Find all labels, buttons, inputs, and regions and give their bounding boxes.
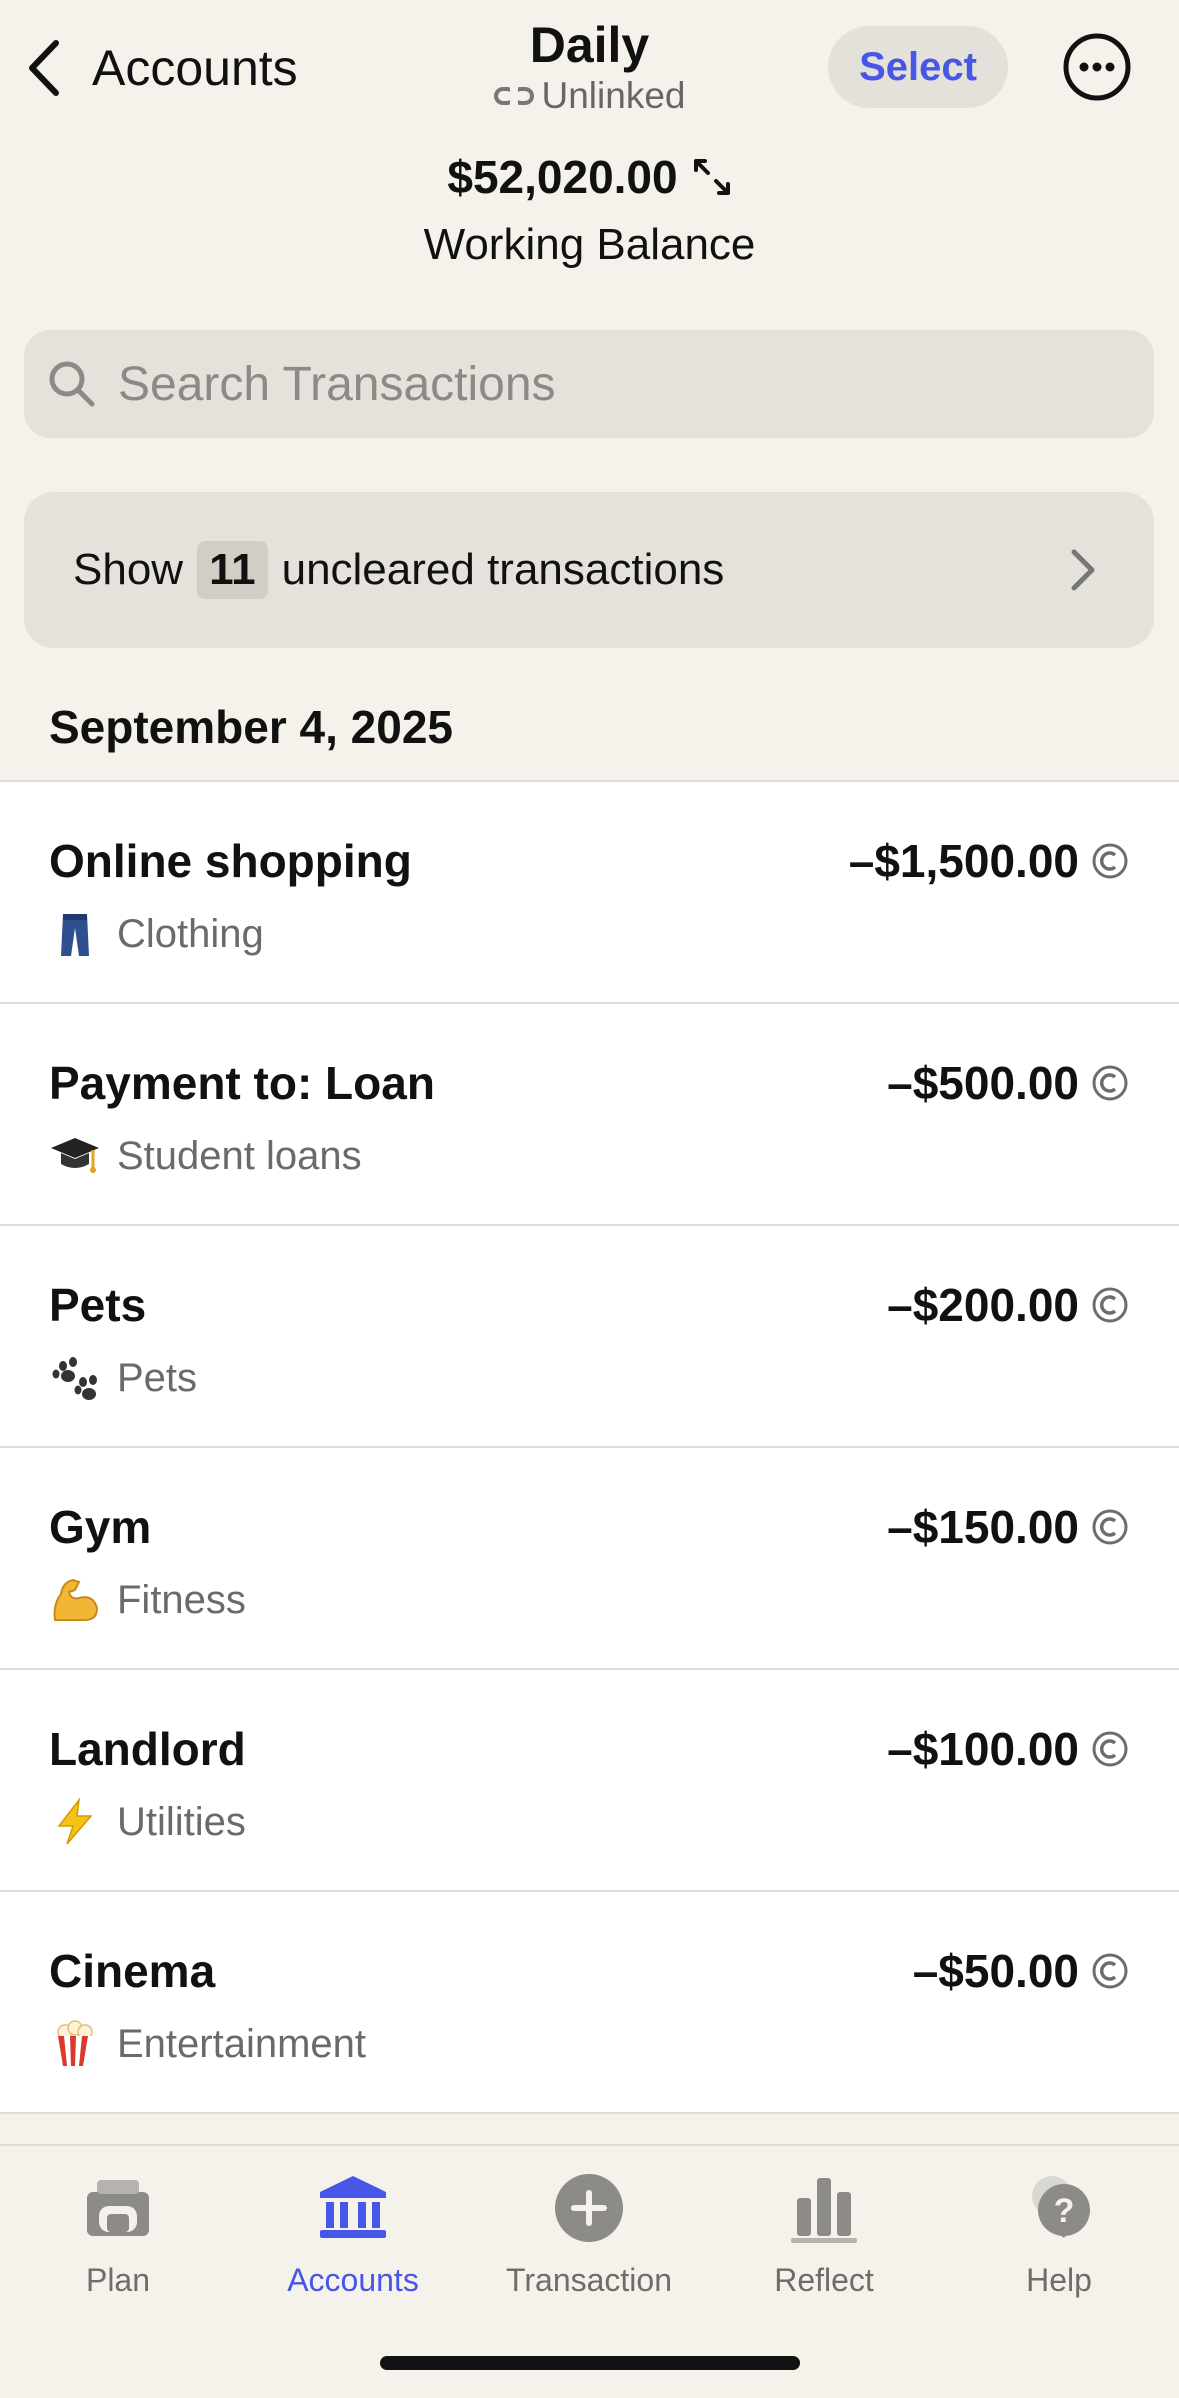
uncleared-text: Show 11 uncleared transactions (73, 541, 724, 599)
add-circle-icon (555, 2174, 623, 2242)
select-button[interactable]: Select (828, 26, 1008, 108)
uncleared-transactions-button[interactable]: Show 11 uncleared transactions (24, 492, 1154, 648)
transaction-amount-block: –$500.00 (887, 1056, 1129, 1110)
tab-label: Help (1026, 2262, 1092, 2298)
help-bubble-icon: ? (1032, 2176, 1090, 2238)
transaction-name: Pets (49, 1279, 147, 1331)
tab-accounts[interactable]: Accounts (253, 2172, 453, 2299)
transaction-name: Online shopping (49, 835, 412, 887)
cleared-status-icon[interactable] (1091, 1730, 1129, 1768)
cleared-status-icon[interactable] (1091, 1286, 1129, 1324)
chevron-right-icon (1071, 549, 1095, 591)
search-input[interactable]: Search Transactions (24, 330, 1154, 438)
balance-label: Working Balance (423, 220, 756, 269)
transaction-category: Pets (49, 1352, 197, 1404)
search-placeholder: Search Transactions (118, 357, 556, 411)
cleared-status-icon[interactable] (1091, 1064, 1129, 1102)
tab-label: Plan (85, 2262, 151, 2298)
flexed-biceps-icon (53, 1578, 99, 1621)
popcorn-icon (57, 2020, 93, 2066)
category-label: Pets (117, 1355, 198, 1400)
transaction-row[interactable]: Payment to: Loan –$500.00 Student loans (0, 1004, 1179, 1226)
transaction-name: Landlord (49, 1723, 246, 1775)
transaction-amount: –$100.00 (887, 1723, 1079, 1775)
transaction-category: Clothing (49, 908, 264, 960)
lightning-icon (57, 1797, 93, 1845)
header: Accounts Daily Unlinked Select $52,020.0… (0, 0, 1179, 330)
tab-plan[interactable]: Plan (18, 2172, 218, 2299)
transaction-row[interactable]: Pets –$200.00 Pets (0, 1226, 1179, 1448)
transaction-amount: –$50.00 (912, 1945, 1079, 1997)
date-section-header: September 4, 2025 (49, 701, 454, 753)
category-label: Fitness (117, 1577, 246, 1622)
transaction-list: Online shopping –$1,500.00 Clothing Paym… (0, 780, 1179, 2114)
cleared-status-icon[interactable] (1091, 1508, 1129, 1546)
transaction-amount: –$1,500.00 (848, 835, 1079, 887)
tab-label: Transaction (506, 2262, 672, 2298)
plan-icon (87, 2180, 149, 2236)
balance-toggle[interactable]: $52,020.00 (447, 150, 731, 204)
transaction-amount: –$500.00 (887, 1057, 1079, 1109)
tab-help[interactable]: ? Help (959, 2172, 1159, 2299)
transaction-row[interactable]: Cinema –$50.00 Entertainment (0, 1892, 1179, 2114)
category-label: Student loans (117, 1133, 362, 1178)
transaction-category: Student loans (49, 1130, 362, 1182)
back-label: Accounts (92, 40, 298, 96)
bar-chart-icon (791, 2178, 857, 2243)
transaction-amount-block: –$100.00 (887, 1722, 1129, 1776)
expand-arrows-icon (693, 159, 730, 195)
jeans-icon (61, 914, 89, 956)
transaction-amount-block: –$1,500.00 (849, 834, 1129, 888)
balance-amount: $52,020.00 (447, 151, 678, 203)
transaction-category: Fitness (49, 1574, 246, 1626)
cleared-status-icon[interactable] (1091, 842, 1129, 880)
search-icon (49, 361, 95, 407)
home-indicator (380, 2356, 800, 2370)
uncleared-prefix: Show (73, 545, 184, 594)
balance-block: $52,020.00 Working Balance (0, 150, 1179, 270)
tab-reflect[interactable]: Reflect (724, 2172, 924, 2299)
cleared-status-icon[interactable] (1091, 1952, 1129, 1990)
graduation-cap-icon (51, 1138, 99, 1173)
category-label: Entertainment (117, 2021, 367, 2066)
transaction-amount: –$150.00 (887, 1501, 1079, 1553)
svg-text:?: ? (1054, 2192, 1075, 2230)
transaction-amount-block: –$200.00 (887, 1278, 1129, 1332)
tab-label: Reflect (774, 2262, 874, 2298)
transaction-row[interactable]: Gym –$150.00 Fitness (0, 1448, 1179, 1670)
category-label: Utilities (117, 1799, 246, 1844)
bank-icon (320, 2176, 386, 2238)
back-button[interactable]: Accounts (22, 28, 298, 108)
unlinked-icon (493, 85, 534, 107)
transaction-row[interactable]: Online shopping –$1,500.00 Clothing (0, 782, 1179, 1004)
uncleared-count-badge: 11 (197, 541, 268, 599)
tab-label: Accounts (287, 2262, 419, 2298)
transaction-amount-block: –$150.00 (887, 1500, 1129, 1554)
transaction-amount-block: –$50.00 (913, 1944, 1129, 1998)
transaction-category: Utilities (49, 1796, 246, 1848)
paw-prints-icon (52, 1357, 97, 1400)
transaction-category: Entertainment (49, 2018, 366, 2070)
transaction-row[interactable]: Landlord –$100.00 Utilities (0, 1670, 1179, 1892)
transaction-name: Cinema (49, 1945, 216, 1997)
category-label: Clothing (117, 911, 264, 956)
transaction-name: Payment to: Loan (49, 1057, 435, 1109)
uncleared-suffix: uncleared transactions (281, 545, 725, 594)
more-options-icon[interactable] (1062, 32, 1132, 102)
link-status-label: Unlinked (541, 75, 686, 116)
tab-transaction[interactable]: Transaction (489, 2172, 689, 2299)
transaction-amount: –$200.00 (887, 1279, 1079, 1331)
chevron-left-icon (29, 40, 59, 96)
transaction-name: Gym (49, 1501, 152, 1553)
